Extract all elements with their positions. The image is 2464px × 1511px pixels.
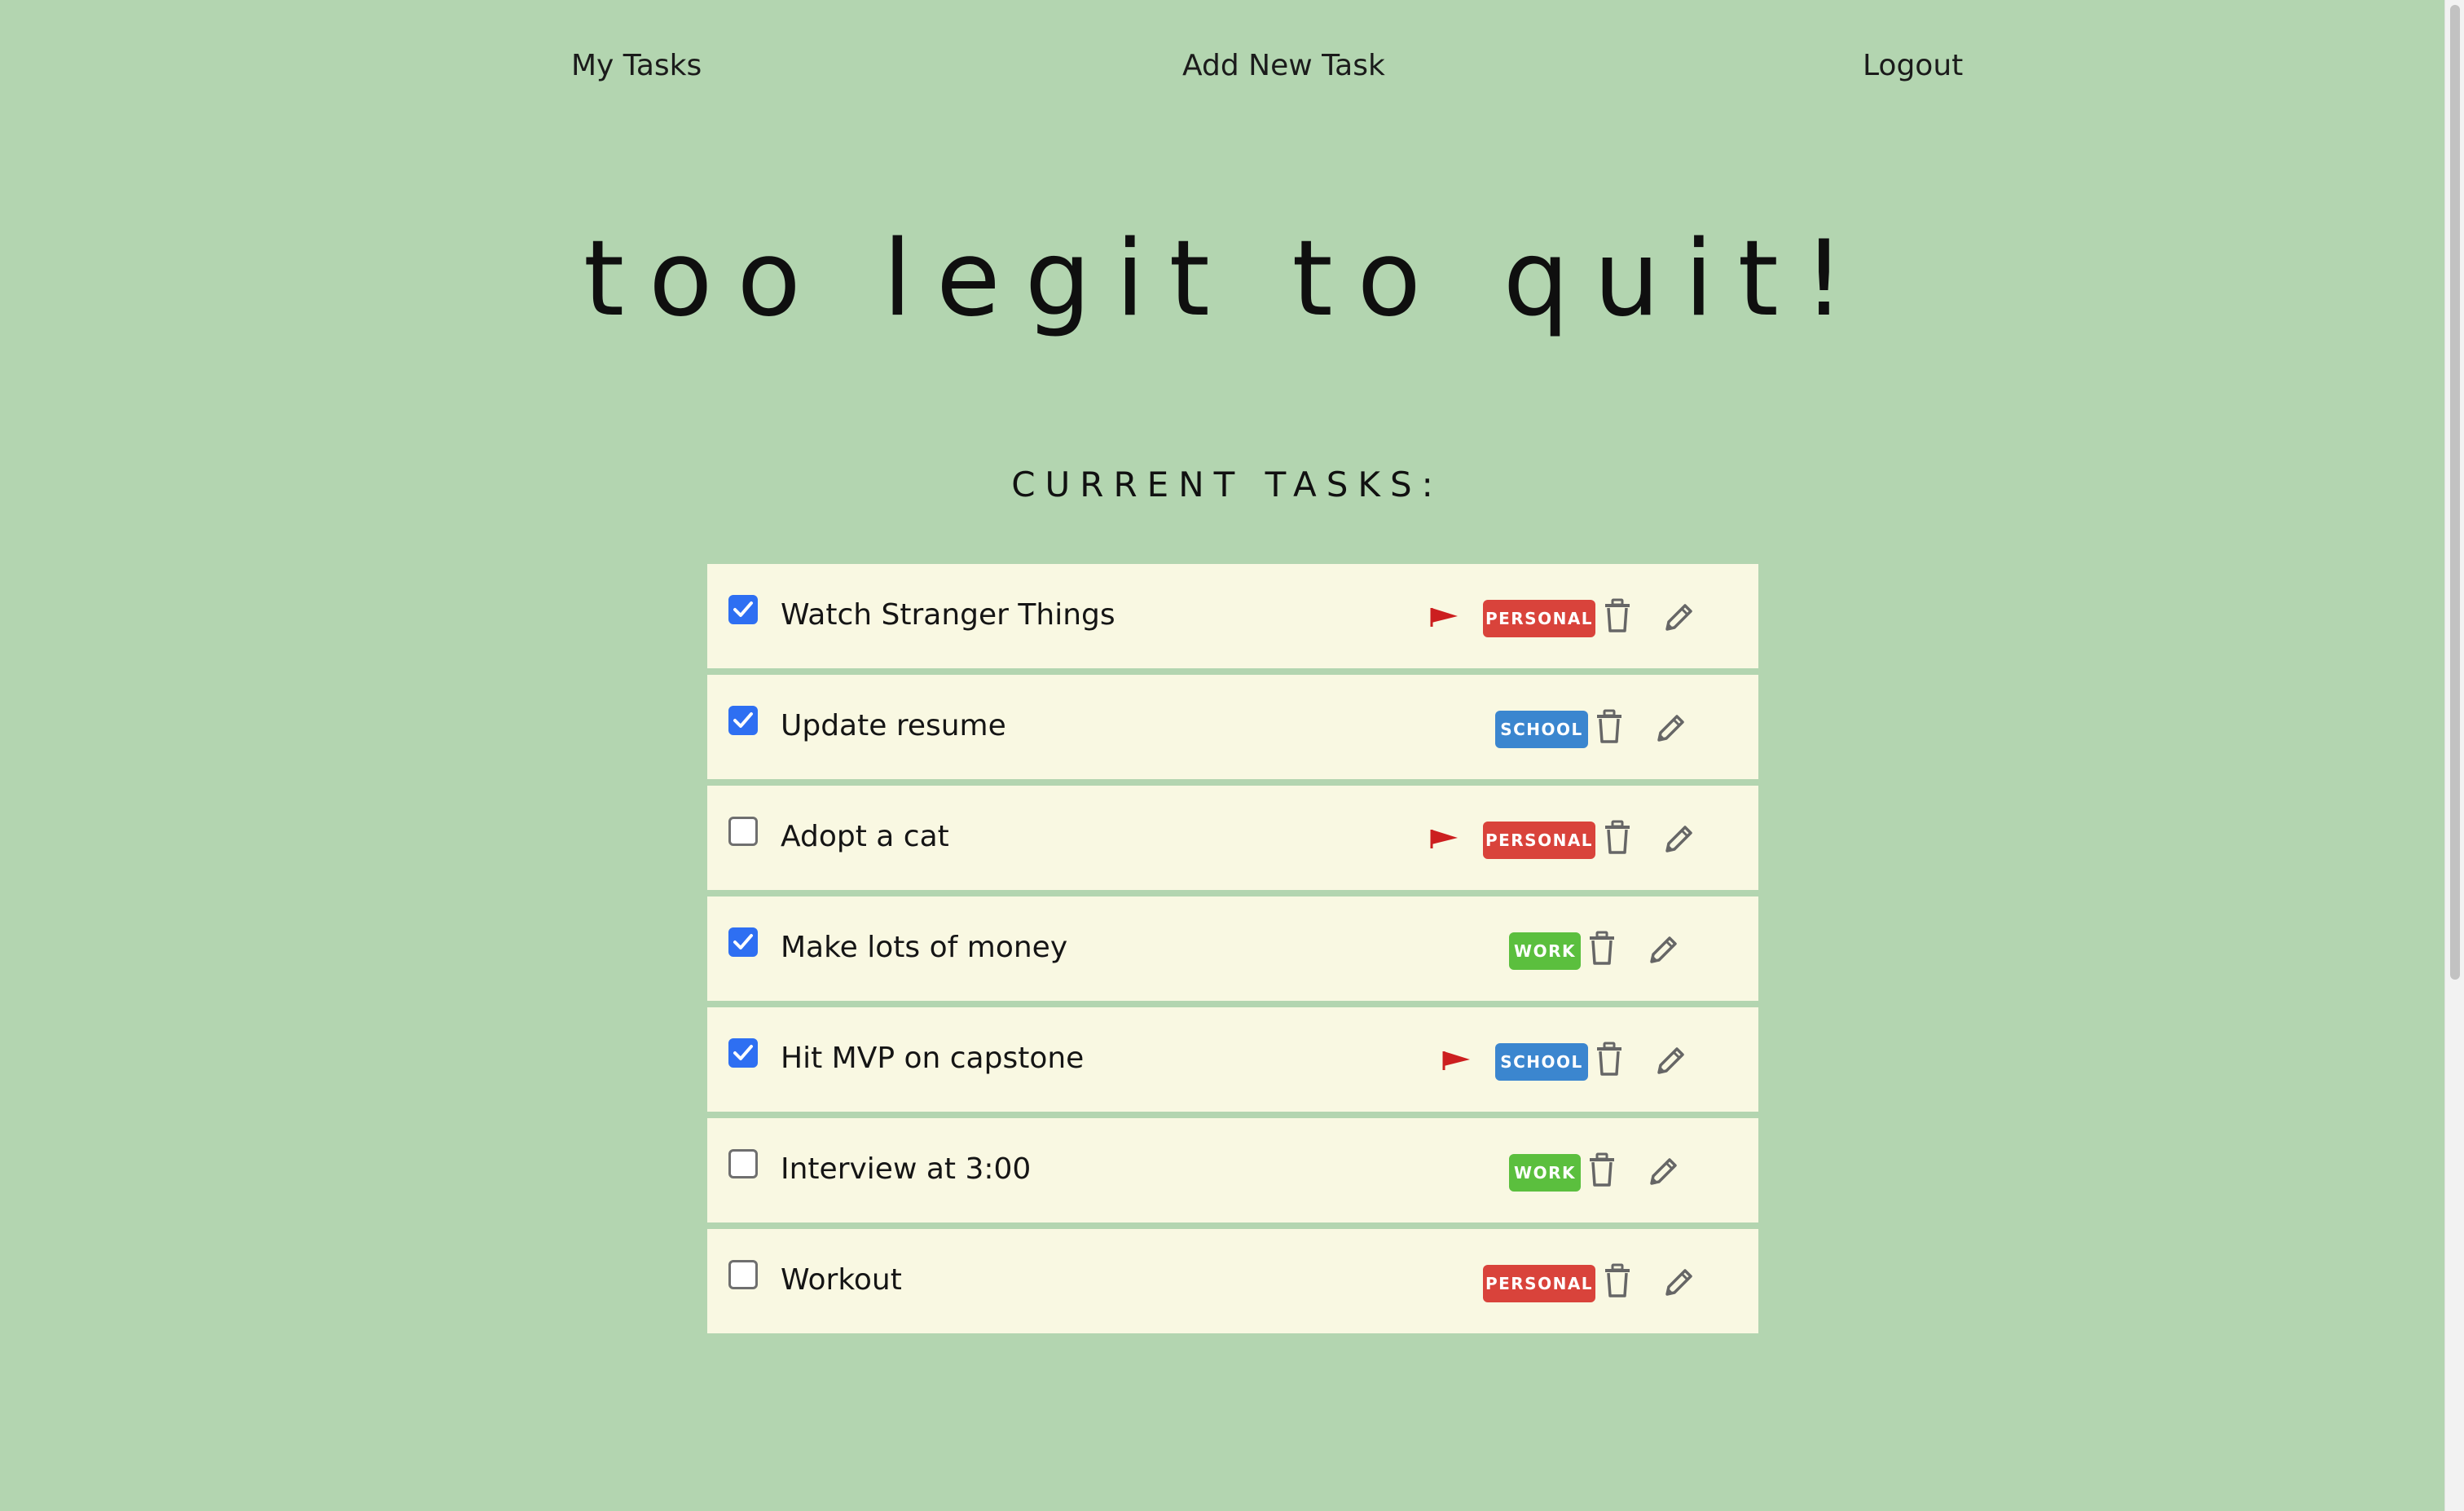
trash-icon[interactable] (1593, 709, 1626, 745)
section-title: CURRENT TASKS: (1011, 465, 1443, 504)
category-badge: SCHOOL (1495, 1043, 1588, 1081)
top-nav: My Tasks Add New Task Logout (0, 49, 2444, 98)
scrollbar[interactable] (2444, 0, 2464, 1511)
pencil-icon[interactable] (1647, 1152, 1679, 1188)
task-title: Update resume (781, 709, 1006, 742)
trash-icon[interactable] (1601, 820, 1634, 856)
nav-my-tasks-link[interactable]: My Tasks (571, 49, 702, 82)
task-title: Workout (781, 1263, 902, 1297)
task-checkbox[interactable] (728, 1038, 758, 1068)
task-row: Interview at 3:00 WORK (707, 1118, 1758, 1222)
nav-add-task-link[interactable]: Add New Task (1182, 49, 1385, 82)
page: My Tasks Add New Task Logout too legit t… (0, 0, 2444, 1511)
task-checkbox[interactable] (728, 817, 758, 846)
checkmark-icon (733, 712, 753, 728)
pencil-icon[interactable] (1662, 820, 1695, 856)
task-title: Hit MVP on capstone (781, 1042, 1085, 1075)
trash-icon[interactable] (1586, 931, 1618, 967)
pencil-icon[interactable] (1662, 1263, 1695, 1299)
task-row: Make lots of money WORK (707, 896, 1758, 1001)
flag-icon (1441, 1050, 1473, 1071)
pencil-icon[interactable] (1662, 598, 1695, 634)
scrollbar-thumb[interactable] (2450, 5, 2460, 980)
category-badge: WORK (1509, 932, 1581, 970)
category-badge: PERSONAL (1483, 1265, 1595, 1302)
pencil-icon[interactable] (1647, 931, 1679, 967)
task-checkbox[interactable] (728, 1149, 758, 1178)
task-checkbox[interactable] (728, 927, 758, 957)
checkmark-icon (733, 934, 753, 949)
task-title: Interview at 3:00 (781, 1152, 1032, 1186)
trash-icon[interactable] (1593, 1042, 1626, 1077)
task-title: Watch Stranger Things (781, 598, 1115, 632)
category-badge: WORK (1509, 1154, 1581, 1192)
page-title: too legit to quit! (583, 218, 1870, 340)
pencil-icon[interactable] (1654, 1042, 1687, 1077)
task-row: Hit MVP on capstone SCHOOL (707, 1007, 1758, 1112)
checkmark-icon (733, 601, 753, 617)
category-badge: PERSONAL (1483, 822, 1595, 859)
trash-icon[interactable] (1586, 1152, 1618, 1188)
task-title: Adopt a cat (781, 820, 949, 853)
task-title: Make lots of money (781, 931, 1068, 964)
task-row: Adopt a cat PERSONAL (707, 786, 1758, 890)
category-badge: PERSONAL (1483, 600, 1595, 637)
trash-icon[interactable] (1601, 598, 1634, 634)
task-checkbox[interactable] (728, 595, 758, 624)
task-row: Workout PERSONAL (707, 1229, 1758, 1333)
category-badge: SCHOOL (1495, 711, 1588, 748)
trash-icon[interactable] (1601, 1263, 1634, 1299)
task-checkbox[interactable] (728, 706, 758, 735)
task-row: Update resume SCHOOL (707, 675, 1758, 779)
task-row: Watch Stranger Things PERSONAL (707, 564, 1758, 668)
checkmark-icon (733, 1045, 753, 1060)
flag-icon (1428, 606, 1461, 628)
pencil-icon[interactable] (1654, 709, 1687, 745)
nav-logout-link[interactable]: Logout (1863, 49, 1963, 82)
task-checkbox[interactable] (728, 1260, 758, 1289)
task-list: Watch Stranger Things PERSONAL Update resu… (707, 564, 1758, 1340)
flag-icon (1428, 828, 1461, 849)
